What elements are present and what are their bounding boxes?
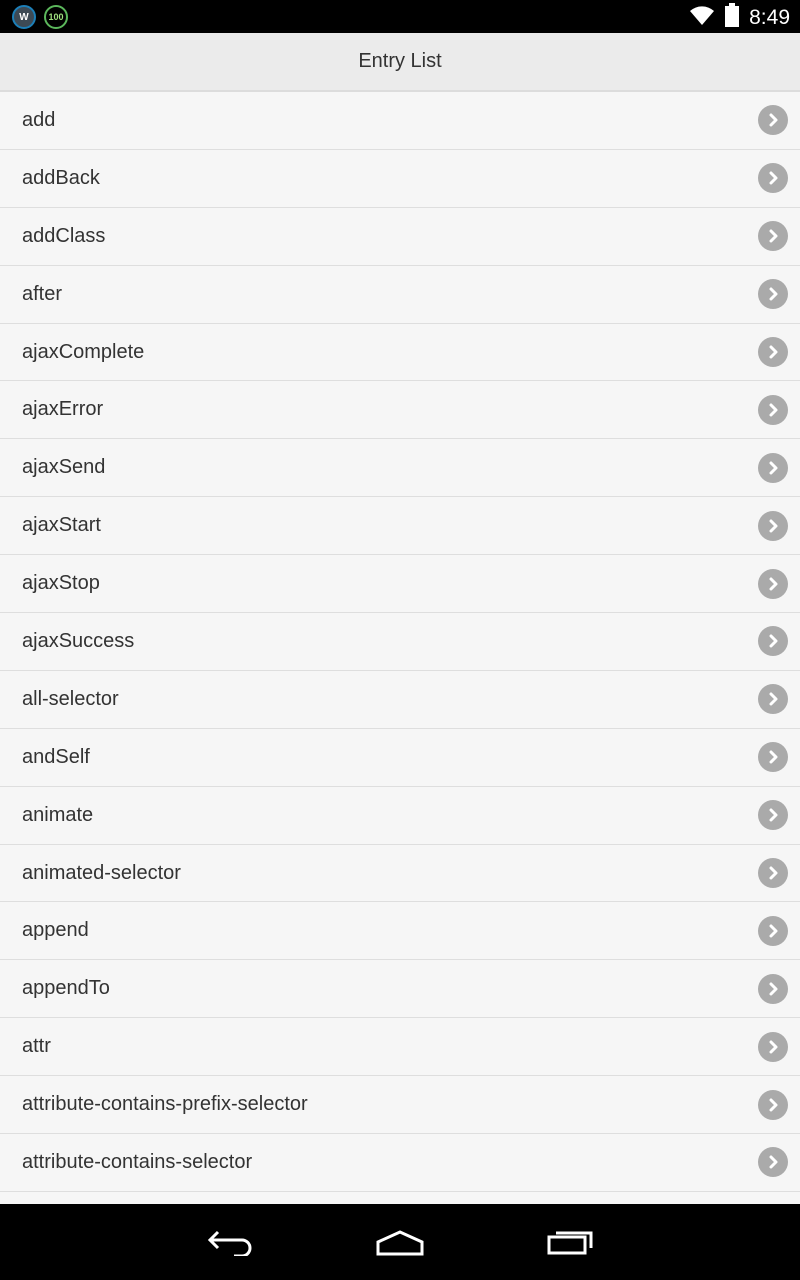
- chevron-right-icon[interactable]: [758, 337, 788, 367]
- list-item-label: ajaxSend: [22, 456, 106, 479]
- list-item-label: all-selector: [22, 687, 119, 710]
- list-item-label: append: [22, 919, 89, 942]
- chevron-right-icon[interactable]: [758, 221, 788, 252]
- list-item-label: andSelf: [22, 745, 90, 768]
- chevron-right-icon[interactable]: [758, 163, 788, 194]
- list-item-label: after: [22, 282, 63, 305]
- list-item-label: appendTo: [22, 977, 110, 1000]
- list-item-label: ajaxStop: [22, 572, 100, 595]
- page-title: Entry List: [358, 50, 442, 72]
- clock: 8:49: [749, 5, 790, 29]
- list-item[interactable]: addClass: [0, 208, 800, 266]
- notification-icons: W 100: [12, 5, 68, 29]
- chevron-right-icon[interactable]: [758, 742, 788, 773]
- chevron-right-icon[interactable]: [758, 973, 788, 1004]
- list-item[interactable]: attr: [0, 1018, 800, 1077]
- chevron-right-icon[interactable]: [758, 568, 788, 599]
- list-item[interactable]: [0, 1192, 800, 1204]
- app-header: Entry List: [0, 33, 800, 92]
- chevron-right-icon[interactable]: [758, 1147, 788, 1178]
- wifi-icon: [689, 4, 715, 31]
- list-item[interactable]: add: [0, 92, 800, 150]
- list-item-label: ajaxSuccess: [22, 629, 135, 652]
- wordpress-icon: W: [12, 5, 36, 29]
- chevron-right-icon[interactable]: [758, 858, 788, 889]
- back-icon[interactable]: [200, 1224, 260, 1260]
- list-item-label: attribute-contains-prefix-selector: [22, 1093, 308, 1116]
- entry-list[interactable]: add addBack addClass after ajaxComplete ajaxE…: [0, 92, 800, 1204]
- system-status: 8:49: [689, 3, 790, 32]
- list-item-label: ajaxComplete: [22, 340, 145, 363]
- chevron-right-icon[interactable]: [758, 684, 788, 715]
- chevron-right-icon[interactable]: [758, 800, 788, 831]
- battery-icon: [725, 3, 740, 32]
- chevron-right-icon[interactable]: [758, 279, 788, 310]
- list-item[interactable]: attribute-contains-prefix-selector: [0, 1076, 800, 1135]
- chevron-right-icon[interactable]: [758, 915, 788, 946]
- chevron-right-icon[interactable]: [758, 394, 788, 425]
- navigation-bar: [0, 1204, 800, 1280]
- list-item[interactable]: ajaxStart: [0, 497, 800, 556]
- list-item[interactable]: append: [0, 902, 800, 961]
- chevron-right-icon[interactable]: [758, 452, 788, 483]
- list-item[interactable]: ajaxComplete: [0, 324, 800, 382]
- list-item[interactable]: ajaxStop: [0, 555, 800, 614]
- list-item-label: addBack: [22, 166, 100, 189]
- chevron-right-icon[interactable]: [758, 105, 788, 136]
- list-item[interactable]: attribute-contains-selector: [0, 1134, 800, 1192]
- chevron-right-icon[interactable]: [758, 626, 788, 657]
- list-item-label: attribute-contains-selector: [22, 1150, 253, 1173]
- list-item[interactable]: ajaxError: [0, 381, 800, 440]
- list-item[interactable]: ajaxSuccess: [0, 613, 800, 671]
- home-icon[interactable]: [370, 1224, 430, 1260]
- battery-widget-icon: 100: [44, 5, 68, 29]
- list-item-label: addClass: [22, 224, 106, 247]
- list-item-label: add: [22, 108, 56, 131]
- list-item-label: ajaxError: [22, 398, 104, 421]
- list-item[interactable]: appendTo: [0, 960, 800, 1019]
- list-item[interactable]: animate: [0, 787, 800, 845]
- list-item[interactable]: animated-selector: [0, 845, 800, 903]
- list-item[interactable]: andSelf: [0, 729, 800, 787]
- list-item-label: animate: [22, 803, 94, 826]
- chevron-right-icon[interactable]: [758, 1089, 788, 1120]
- chevron-right-icon[interactable]: [758, 1031, 788, 1062]
- list-item[interactable]: all-selector: [0, 671, 800, 729]
- list-item-label: attr: [22, 1035, 51, 1058]
- list-item-label: animated-selector: [22, 861, 181, 884]
- list-item[interactable]: after: [0, 266, 800, 324]
- recent-apps-icon[interactable]: [540, 1224, 600, 1260]
- chevron-right-icon[interactable]: [758, 510, 788, 541]
- list-item[interactable]: ajaxSend: [0, 439, 800, 498]
- list-item-label: ajaxStart: [22, 514, 101, 537]
- list-item[interactable]: addBack: [0, 150, 800, 208]
- status-bar: W 100 8:49: [0, 0, 800, 33]
